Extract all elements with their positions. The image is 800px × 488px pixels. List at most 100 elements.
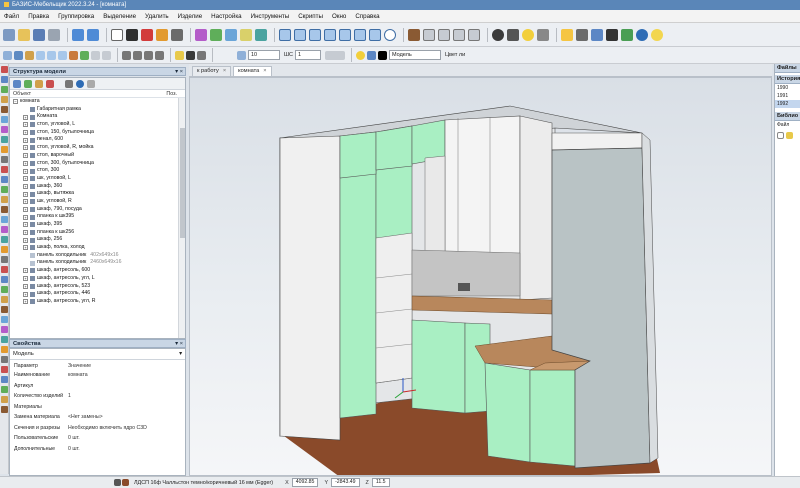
tool-extra11-icon[interactable] (1, 366, 8, 373)
magnet-icon[interactable] (141, 28, 153, 41)
rotate-icon[interactable] (133, 50, 142, 60)
panel-icon[interactable] (210, 28, 222, 41)
tool-extra2-icon[interactable] (1, 276, 8, 283)
redo-icon[interactable] (87, 28, 99, 41)
expand-toggle[interactable]: + (23, 283, 28, 289)
tool-cut-icon[interactable] (1, 166, 8, 173)
properties-selector[interactable]: Модель ▾ (10, 349, 185, 360)
expand-toggle[interactable]: + (23, 114, 28, 120)
expand-toggle[interactable]: + (23, 291, 28, 297)
tree-node[interactable]: панель холодильник 2460x649x16 (13, 259, 185, 267)
expand-toggle[interactable]: + (23, 237, 28, 243)
tree-node[interactable]: + стол, 300 (13, 167, 185, 175)
light-icon[interactable] (522, 28, 534, 41)
expand-toggle[interactable]: + (23, 199, 28, 205)
box-icon[interactable] (36, 50, 45, 60)
expand-toggle[interactable]: + (23, 206, 28, 212)
menu-product[interactable]: Изделие (178, 13, 203, 20)
tree-node[interactable]: + стол, 150, бутылочница (13, 129, 185, 137)
smiley-icon[interactable] (651, 28, 663, 41)
property-row[interactable]: Количество изделий 1 (10, 391, 185, 402)
layer-list-icon[interactable] (367, 50, 377, 60)
ms-combo[interactable]: 1 (295, 50, 322, 60)
visibility-icon[interactable] (76, 79, 84, 88)
expand-toggle[interactable]: + (23, 268, 28, 274)
tree-node[interactable]: + шкаф, полка, холод (13, 244, 185, 252)
expand-toggle[interactable]: + (23, 214, 28, 220)
tool-panel-icon[interactable] (1, 106, 8, 113)
expand-toggle[interactable]: + (23, 191, 28, 197)
pen-icon[interactable] (186, 50, 195, 60)
menu-tools[interactable]: Инструменты (251, 13, 290, 20)
view-iso-icon[interactable] (369, 28, 381, 41)
expand-toggle[interactable]: + (23, 183, 28, 189)
tree-scrollbar[interactable] (178, 98, 185, 338)
tree-node[interactable]: + шкаф, антресоль, угл, L (13, 275, 185, 283)
view-mode-icon[interactable] (65, 79, 73, 88)
report-icon[interactable] (591, 28, 603, 41)
tree-node[interactable]: + планка к шк256 (13, 229, 185, 237)
tree-node[interactable]: + шк, угловой, L (13, 175, 185, 183)
tool-extra6-icon[interactable] (1, 316, 8, 323)
cursor-icon[interactable] (111, 28, 123, 41)
tool-extra9-icon[interactable] (1, 346, 8, 353)
tree-node[interactable]: + пенал, 600 (13, 136, 185, 144)
render-xray-icon[interactable] (468, 28, 480, 41)
snap-icon[interactable] (156, 28, 168, 41)
tree-node[interactable]: + стол, угловой, R, мойка (13, 144, 185, 152)
expand-toggle[interactable]: + (23, 222, 28, 228)
move-icon[interactable] (171, 28, 183, 41)
tool-texture-icon[interactable] (1, 196, 8, 203)
tool-extra4-icon[interactable] (1, 296, 8, 303)
tree-node[interactable]: панель холодильник 402x649x16 (13, 252, 185, 260)
filter-icon[interactable] (35, 79, 43, 88)
view-front-icon[interactable] (279, 28, 291, 41)
eye-icon[interactable] (636, 28, 648, 41)
tool-extra13-icon[interactable] (1, 386, 8, 393)
history-item[interactable]: 1990 (775, 84, 800, 92)
bulb-icon[interactable] (356, 50, 366, 60)
view-top-icon[interactable] (339, 28, 351, 41)
align-icon[interactable] (91, 50, 100, 60)
tree-node[interactable]: + шкаф, 360 (13, 183, 185, 191)
copy-icon[interactable] (155, 50, 164, 60)
menu-scripts[interactable]: Скрипты (298, 13, 323, 20)
tool-facade-icon[interactable] (1, 126, 8, 133)
export-icon[interactable] (621, 28, 633, 41)
menu-file[interactable]: Файл (4, 13, 19, 20)
tool-extra1-icon[interactable] (1, 266, 8, 273)
options-icon[interactable] (87, 79, 95, 88)
print-icon[interactable] (48, 28, 60, 41)
history-item-selected[interactable]: 1992 (775, 100, 800, 108)
history-item[interactable]: 1991 (775, 92, 800, 100)
render-shaded-icon[interactable] (408, 28, 420, 41)
tree-node[interactable]: + Комната (13, 113, 185, 121)
tree-node[interactable]: + шкаф, 256 (13, 236, 185, 244)
tree-node[interactable]: + шк, угловой, R (13, 198, 185, 206)
layer-combo[interactable]: Модель (389, 50, 442, 60)
z-field[interactable]: 11.5 (371, 478, 390, 487)
measure-icon[interactable] (576, 28, 588, 41)
chevron-down-icon[interactable]: ▾ (179, 349, 182, 359)
close-icon[interactable]: ▾ × (175, 68, 183, 76)
tree-node[interactable]: + планка к шк395 (13, 213, 185, 221)
render-hidden-icon[interactable] (438, 28, 450, 41)
y-field[interactable]: -2843.49 (331, 478, 360, 487)
new-icon[interactable] (777, 132, 784, 139)
sort-icon[interactable] (46, 79, 54, 88)
tool-rect-icon[interactable] (1, 76, 8, 83)
expand-toggle[interactable]: + (23, 176, 28, 182)
camera-icon[interactable] (507, 28, 519, 41)
property-value[interactable] (68, 381, 185, 392)
tool-arc-icon[interactable] (1, 96, 8, 103)
distribute-icon[interactable] (102, 50, 111, 60)
new-file-icon[interactable] (3, 28, 15, 41)
expand-toggle[interactable]: + (23, 160, 28, 166)
tool-extra14-icon[interactable] (1, 396, 8, 403)
tool-groove-icon[interactable] (1, 176, 8, 183)
close-tab-icon[interactable]: × (223, 68, 226, 74)
expand-toggle[interactable]: + (23, 137, 28, 143)
box3-icon[interactable] (58, 50, 67, 60)
settings-arrow-icon[interactable] (537, 28, 549, 41)
menu-help[interactable]: Справка (355, 13, 379, 20)
